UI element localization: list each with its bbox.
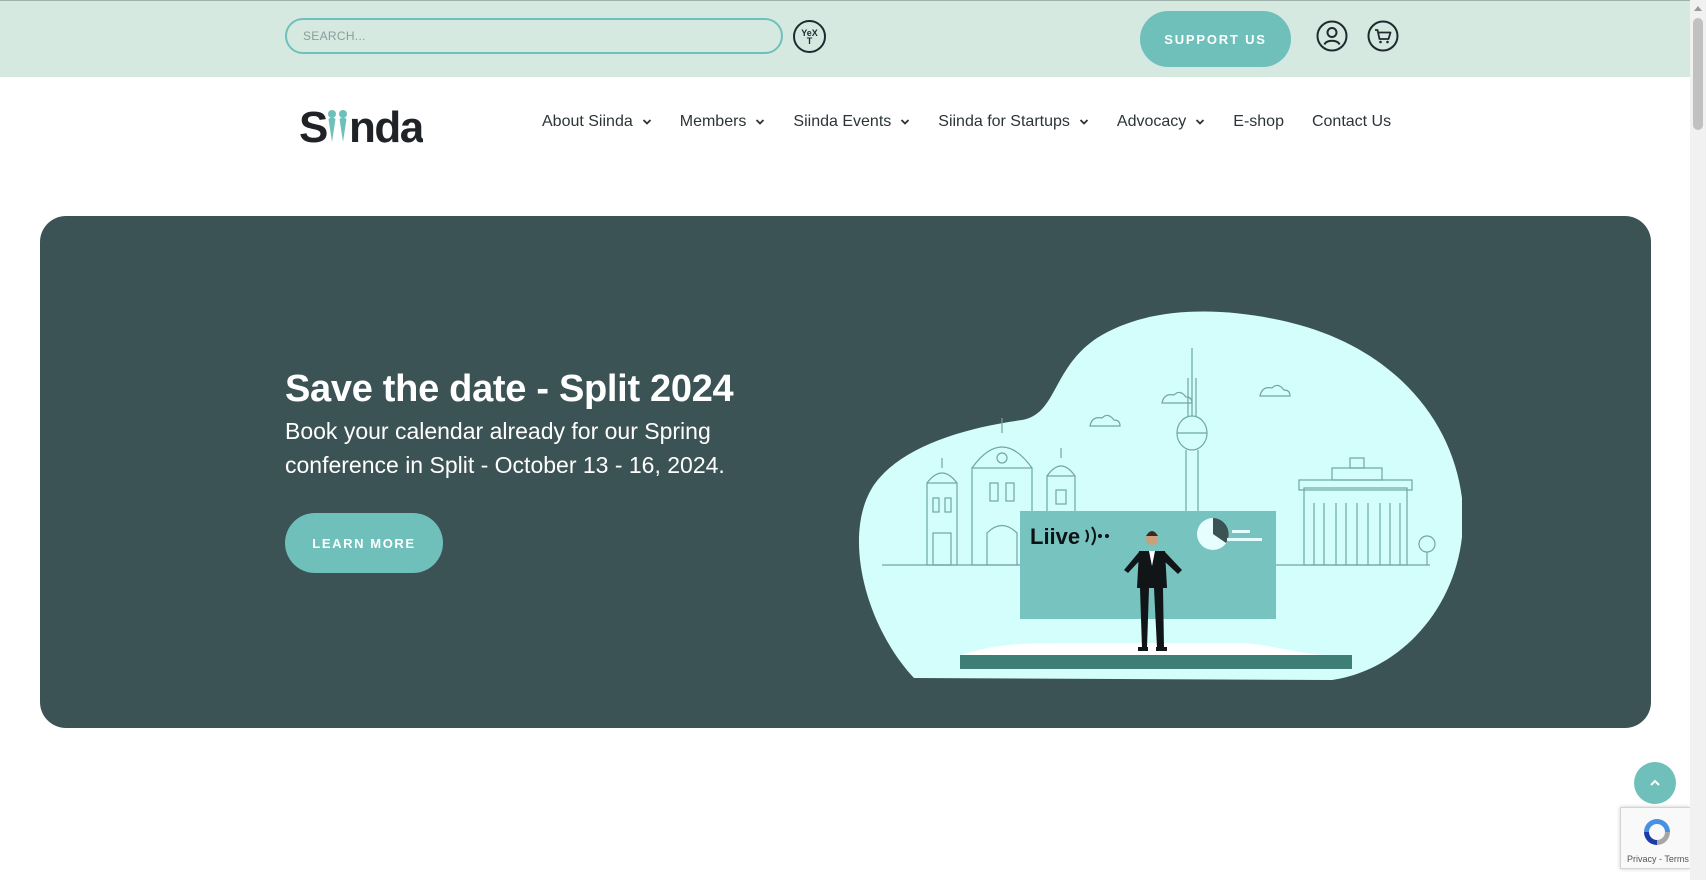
main-nav: About Siinda Members Siinda Events Siind… [542,113,1391,131]
page-scrollbar[interactable] [1690,0,1706,880]
chevron-down-icon [1079,119,1089,125]
top-utility-bar: YeXT SUPPORT US [0,0,1690,77]
hero-description: Book your calendar already for our Sprin… [285,418,725,478]
yext-icon[interactable]: YeXT [793,20,826,53]
svg-text:nda: nda [349,103,423,150]
nav-item-startups[interactable]: Siinda for Startups [938,113,1089,131]
nav-item-label: Contact Us [1311,113,1392,130]
nav-item-events[interactable]: Siinda Events [793,113,910,131]
search-input[interactable] [303,29,781,43]
learn-more-button[interactable]: LEARN MORE [285,513,443,573]
yext-label: YeXT [801,27,818,46]
chevron-down-icon [1196,119,1205,125]
hero-banner: Save the date - Split 2024 Book your cal… [40,216,1651,728]
recaptcha-links[interactable]: Privacy - Terms [1627,854,1689,864]
user-icon [1316,20,1348,52]
hero-title: Save the date - Split 2024 [285,368,734,410]
chevron-up-icon [1650,779,1660,786]
nav-item-contact[interactable]: Contact Us [1312,113,1391,131]
conference-illustration: Liive [859,311,1462,680]
nav-item-label: E-shop [1233,113,1284,130]
search-box[interactable] [285,18,783,54]
screen-live-label: Liive [1030,524,1080,549]
nav-item-label: Members [679,113,747,130]
recaptcha-icon [1644,819,1670,845]
nav-item-label: Siinda Events [793,113,892,130]
scroll-up-arrow[interactable] [1690,0,1706,16]
nav-item-eshop[interactable]: E-shop [1233,113,1284,131]
nav-item-about[interactable]: About Siinda [542,113,652,131]
cart-icon [1367,20,1399,52]
nav-item-advocacy[interactable]: Advocacy [1117,113,1205,131]
back-to-top-button[interactable] [1634,762,1676,804]
chevron-down-icon [642,119,651,125]
page: YeXT SUPPORT US S [0,0,1706,880]
chevron-down-icon [901,119,910,125]
account-button[interactable] [1315,19,1349,53]
siinda-logo-mark: S nda [299,103,423,150]
cart-button[interactable] [1366,19,1400,53]
nav-item-label: Advocacy [1116,113,1187,130]
nav-item-label: Siinda for Startups [938,113,1070,130]
triangle-up-icon [1694,6,1702,11]
support-us-button[interactable]: SUPPORT US [1140,11,1291,67]
chevron-down-icon [756,119,765,125]
nav-item-members[interactable]: Members [680,113,766,131]
svg-text:S: S [299,103,327,150]
siinda-logo[interactable]: S nda [299,100,423,152]
recaptcha-badge[interactable]: Privacy - Terms [1620,807,1690,869]
nav-item-label: About Siinda [542,113,633,130]
scrollbar-thumb[interactable] [1693,18,1703,130]
